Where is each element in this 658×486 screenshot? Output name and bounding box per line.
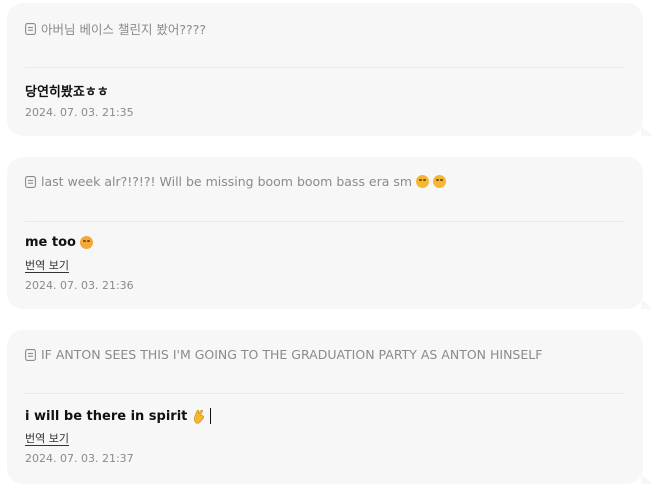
reply-message: me too	[25, 235, 76, 250]
reply-text: i will be there in spirit	[25, 408, 212, 424]
quoted-text: 아버님 베이스 챌린지 봤어????	[41, 22, 206, 37]
crossed-fingers-emoji	[194, 409, 205, 424]
text-cursor	[210, 408, 212, 424]
divider	[25, 393, 625, 394]
document-icon	[25, 22, 36, 35]
quoted-message: last week alr?!?!?! Will be missing boom…	[25, 174, 625, 189]
divider	[25, 221, 625, 222]
reply-text: 당연히봤죠ㅎㅎ	[25, 81, 109, 100]
pensive-face-emoji	[416, 175, 430, 188]
comment-card: last week alr?!?!?! Will be missing boom…	[7, 157, 653, 309]
timestamp: 2024. 07. 03. 21:36	[25, 279, 134, 292]
timestamp: 2024. 07. 03. 21:35	[25, 106, 134, 119]
quoted-message: 아버님 베이스 챌린지 봤어????	[25, 19, 625, 38]
reply-message: 당연히봤죠ㅎㅎ	[25, 85, 109, 100]
comment-card: IF ANTON SEES THIS I'M GOING TO THE GRAD…	[7, 330, 653, 484]
document-icon	[25, 175, 36, 188]
translate-link[interactable]: 번역 보기	[25, 257, 69, 273]
crying-face-emoji	[79, 236, 93, 249]
pensive-face-emoji	[433, 175, 447, 188]
divider	[25, 67, 625, 68]
quoted-message: IF ANTON SEES THIS I'M GOING TO THE GRAD…	[25, 347, 625, 362]
reply-message: i will be there in spirit	[25, 408, 188, 424]
quoted-text: last week alr?!?!?! Will be missing boom…	[41, 174, 413, 189]
reply-text: me too	[25, 235, 93, 250]
translate-link[interactable]: 번역 보기	[25, 430, 69, 446]
timestamp: 2024. 07. 03. 21:37	[25, 452, 134, 465]
document-icon	[25, 348, 36, 361]
comment-card: 아버님 베이스 챌린지 봤어???? 당연히봤죠ㅎㅎ 2024. 07. 03.…	[7, 3, 653, 136]
quoted-text: IF ANTON SEES THIS I'M GOING TO THE GRAD…	[41, 347, 543, 362]
